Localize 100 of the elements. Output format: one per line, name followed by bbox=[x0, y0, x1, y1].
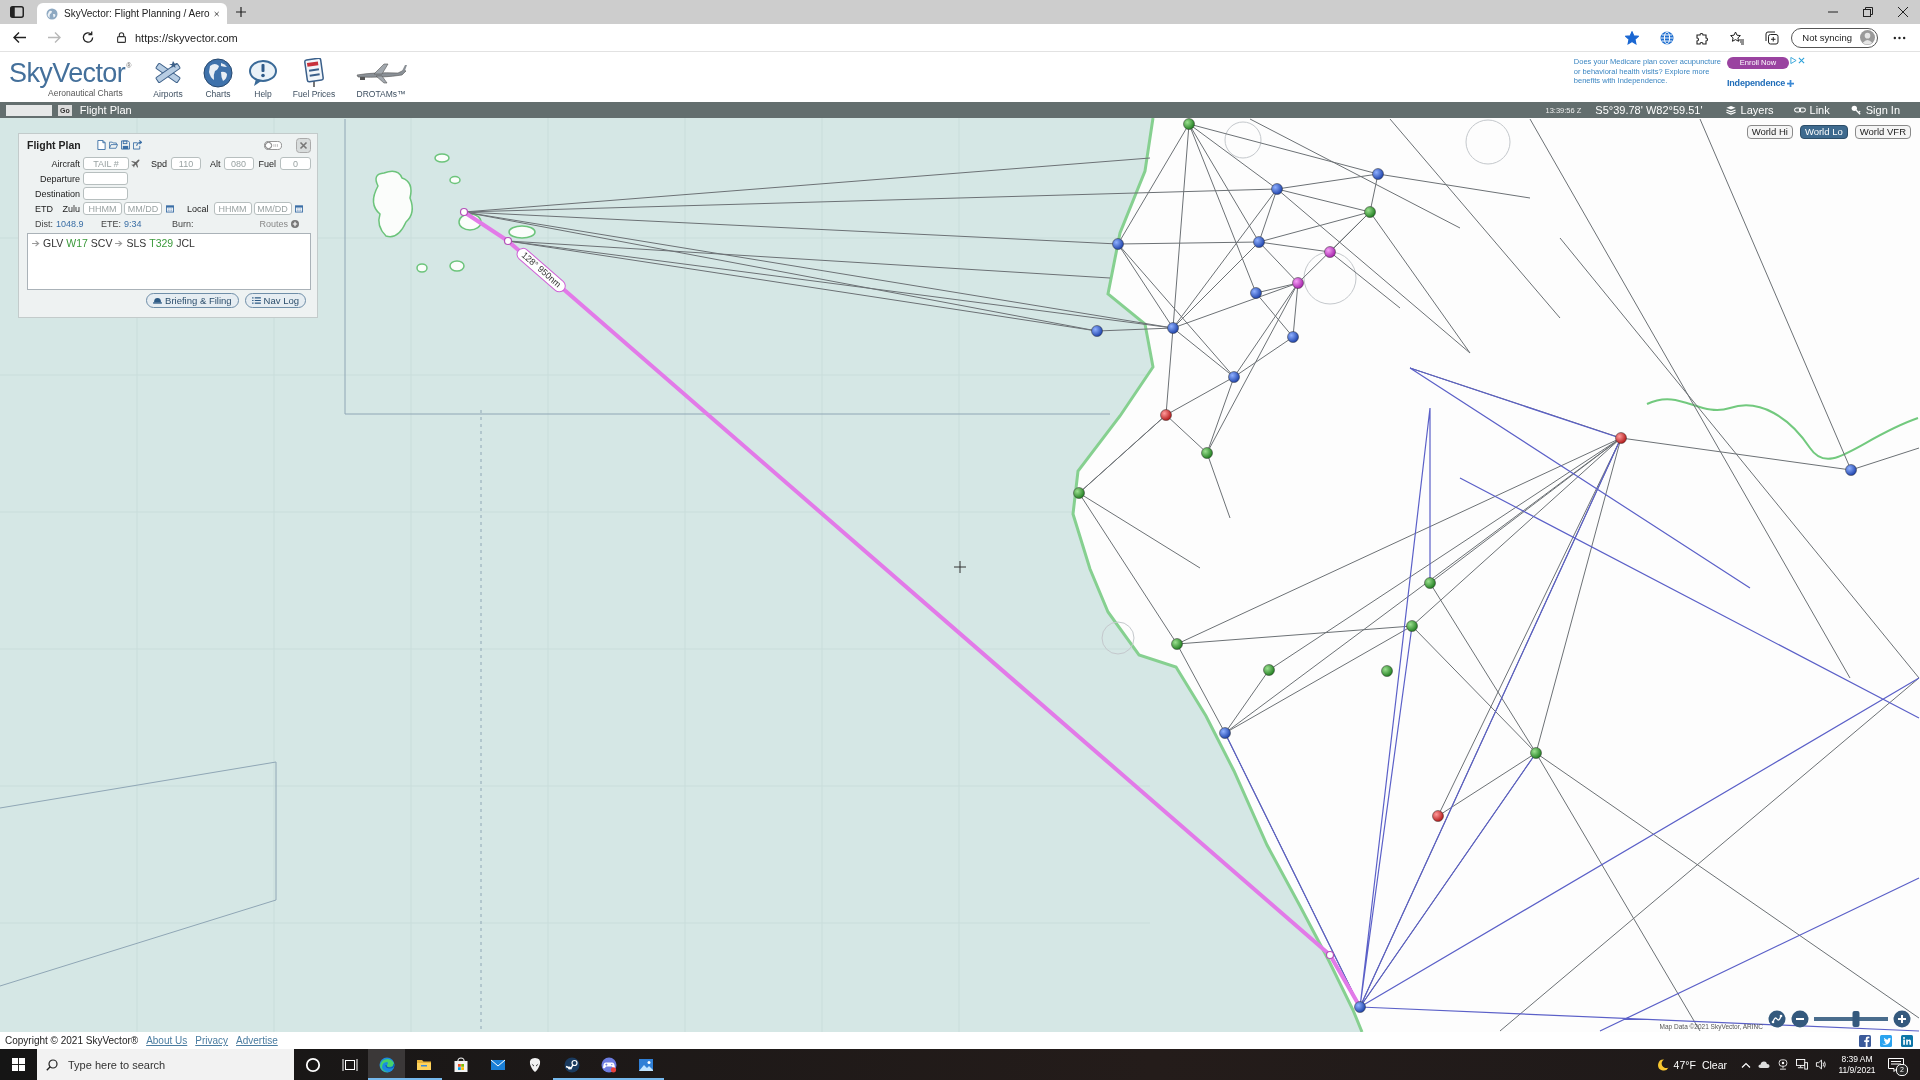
weather-condition[interactable]: Clear bbox=[1701, 1058, 1727, 1071]
restore-icon[interactable] bbox=[1863, 7, 1873, 17]
cloud-icon[interactable] bbox=[1758, 1059, 1770, 1070]
chart-type-button[interactable]: World Lo bbox=[1799, 125, 1848, 139]
chart-type-button[interactable]: World VFR bbox=[1854, 125, 1911, 139]
airport-marker-icon[interactable] bbox=[1432, 810, 1444, 822]
airport-marker-icon[interactable] bbox=[1354, 1001, 1366, 1013]
departure-field[interactable] bbox=[83, 172, 128, 185]
refresh-icon[interactable] bbox=[81, 31, 95, 44]
clock-time[interactable]: 8:39 AM bbox=[1841, 1053, 1873, 1065]
linkedin-icon[interactable] bbox=[1901, 1034, 1913, 1047]
puzzle-icon[interactable] bbox=[1695, 30, 1710, 45]
nav-link[interactable]: Help bbox=[243, 52, 283, 99]
tail-number-field[interactable]: TAIL # bbox=[83, 157, 129, 170]
webcam-icon[interactable] bbox=[1777, 1059, 1789, 1070]
new-tab-icon[interactable] bbox=[236, 7, 246, 17]
facebook-icon[interactable] bbox=[1859, 1034, 1871, 1047]
export-icon[interactable] bbox=[133, 140, 142, 150]
airport-marker-icon[interactable] bbox=[1845, 464, 1857, 476]
waypoint-code[interactable]: SLS bbox=[126, 237, 147, 249]
panel-button[interactable]: Nav Log bbox=[244, 293, 306, 308]
close-icon[interactable] bbox=[1898, 7, 1908, 17]
zoom-out-icon[interactable] bbox=[1791, 1010, 1809, 1028]
waypoint-marker-icon[interactable] bbox=[459, 207, 469, 217]
airport-marker-icon[interactable] bbox=[1424, 577, 1436, 589]
time-field[interactable]: HHMM bbox=[83, 202, 122, 215]
close-icon[interactable] bbox=[213, 9, 219, 18]
address-field[interactable]: https://skyvector.com bbox=[109, 26, 1618, 49]
airport-marker-icon[interactable] bbox=[1201, 447, 1213, 459]
footer-link[interactable]: About Us bbox=[146, 1035, 188, 1046]
chevron-up-icon[interactable] bbox=[1741, 1061, 1751, 1068]
more-icon[interactable] bbox=[1893, 35, 1906, 40]
folder-icon[interactable] bbox=[109, 140, 118, 150]
tab-actions-icon[interactable] bbox=[10, 6, 24, 18]
fuel-field[interactable]: 0 bbox=[280, 157, 312, 170]
airport-marker-icon[interactable] bbox=[1160, 409, 1172, 421]
airport-marker-icon[interactable] bbox=[1250, 287, 1262, 299]
bird-icon[interactable] bbox=[1880, 1034, 1892, 1047]
airport-marker-icon[interactable] bbox=[1372, 168, 1384, 180]
waypoint-code[interactable]: SCV bbox=[90, 237, 113, 249]
route-icon[interactable] bbox=[1768, 1010, 1786, 1028]
airport-marker-icon[interactable] bbox=[1167, 322, 1179, 334]
date-field[interactable]: MM/DD bbox=[124, 202, 162, 215]
plus-circle-icon[interactable] bbox=[291, 219, 299, 228]
temperature-text[interactable]: 47°F bbox=[1673, 1058, 1696, 1071]
airport-marker-icon[interactable] bbox=[1073, 487, 1085, 499]
browser-tab[interactable]: SkyVector: Flight Planning / Aero bbox=[37, 3, 227, 24]
waypoint-code[interactable]: JCL bbox=[176, 237, 195, 249]
airport-marker-icon[interactable] bbox=[1530, 747, 1542, 759]
globe-icon[interactable] bbox=[1660, 30, 1675, 45]
airport-marker-icon[interactable] bbox=[1112, 238, 1124, 250]
network-icon[interactable] bbox=[1796, 1059, 1808, 1070]
collections-icon[interactable] bbox=[1765, 30, 1780, 45]
nav-link[interactable]: Airports bbox=[143, 52, 193, 99]
destination-field[interactable] bbox=[83, 187, 128, 200]
waypoint-code[interactable]: GLV bbox=[43, 237, 64, 249]
waypoint-marker-icon[interactable] bbox=[1325, 950, 1335, 960]
windows-logo-icon[interactable] bbox=[12, 1058, 25, 1071]
back-arrow-icon[interactable] bbox=[13, 31, 27, 44]
toggle-switch[interactable] bbox=[264, 140, 282, 150]
panel-button[interactable]: Briefing & Filing bbox=[146, 293, 239, 308]
airport-marker-icon[interactable] bbox=[1228, 371, 1240, 383]
airport-marker-icon[interactable] bbox=[1171, 638, 1183, 650]
file-icon[interactable] bbox=[97, 140, 106, 150]
footer-link[interactable]: Advertise bbox=[236, 1035, 278, 1046]
footer-link[interactable]: Privacy bbox=[195, 1035, 229, 1046]
airport-marker-icon[interactable] bbox=[1364, 206, 1376, 218]
clock-date[interactable]: 11/9/2021 bbox=[1838, 1064, 1876, 1076]
nav-link[interactable]: DROTAMs™ bbox=[345, 52, 417, 99]
airport-marker-icon[interactable] bbox=[1219, 727, 1231, 739]
nav-link[interactable]: Fuel Prices bbox=[283, 52, 345, 99]
airport-marker-icon[interactable] bbox=[1263, 664, 1275, 676]
zoom-slider-thumb[interactable] bbox=[1852, 1011, 1860, 1027]
airport-marker-icon[interactable] bbox=[1287, 331, 1299, 343]
airway-code[interactable]: W17 bbox=[66, 237, 88, 249]
flight-plan-button[interactable]: Flight Plan bbox=[79, 103, 132, 117]
nav-link[interactable]: Charts bbox=[193, 52, 243, 99]
notification-icon[interactable] bbox=[1888, 1057, 1904, 1072]
toolbar-link[interactable]: Sign In bbox=[1849, 103, 1900, 117]
chart-type-button[interactable]: World Hi bbox=[1746, 125, 1793, 139]
task-view-icon[interactable] bbox=[341, 1056, 358, 1073]
airport-marker-icon[interactable] bbox=[1253, 236, 1265, 248]
speed-field[interactable]: 110 bbox=[171, 157, 201, 170]
zoom-in-icon[interactable] bbox=[1893, 1010, 1911, 1028]
search-field[interactable] bbox=[6, 104, 52, 116]
date-field[interactable]: MM/DD bbox=[253, 202, 292, 215]
favorites-icon[interactable] bbox=[1730, 30, 1745, 45]
airplane-icon[interactable] bbox=[131, 159, 140, 168]
advertiser-logo[interactable]: Independence bbox=[1727, 78, 1786, 88]
airport-marker-icon[interactable] bbox=[1324, 246, 1336, 258]
airport-marker-icon[interactable] bbox=[1292, 277, 1304, 289]
time-field[interactable]: HHMM bbox=[213, 202, 252, 215]
waypoint-marker-icon[interactable] bbox=[503, 236, 513, 246]
toolbar-link[interactable]: Layers bbox=[1724, 103, 1774, 117]
airport-marker-icon[interactable] bbox=[1183, 118, 1195, 130]
route-field[interactable]: GLV W17 SCV SLS T329 JCL bbox=[27, 233, 311, 290]
calendar-icon[interactable] bbox=[294, 204, 303, 213]
altitude-field[interactable]: 080 bbox=[223, 157, 254, 170]
airway-code[interactable]: T329 bbox=[149, 237, 174, 249]
toolbar-link[interactable]: Link bbox=[1793, 103, 1830, 117]
